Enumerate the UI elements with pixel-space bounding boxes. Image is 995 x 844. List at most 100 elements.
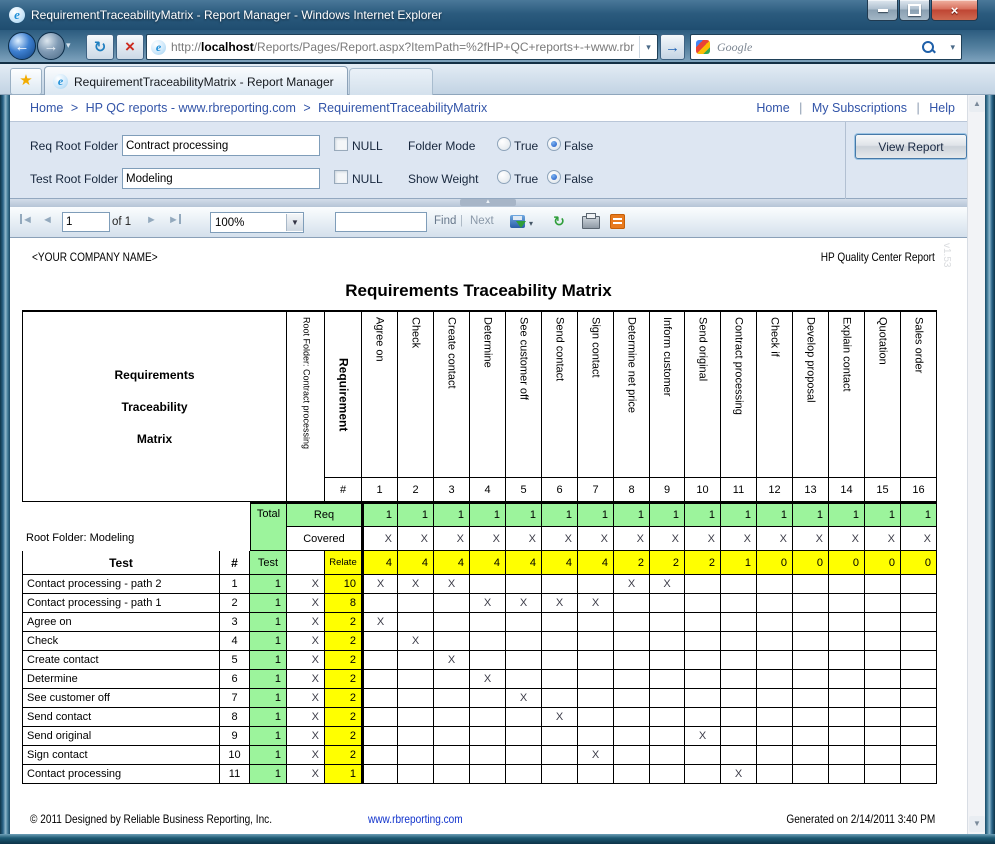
covered-label-cell: Covered bbox=[287, 527, 362, 551]
matrix-mark-cell bbox=[506, 727, 542, 746]
matrix-mark-cell bbox=[901, 613, 937, 632]
url-text[interactable]: http://localhost/Reports/Pages/Report.as… bbox=[171, 40, 639, 54]
relate-total-cell: 4 bbox=[434, 551, 470, 575]
relate-label-cell: Relate bbox=[325, 551, 362, 575]
link-help[interactable]: Help bbox=[929, 101, 955, 115]
link-my-subscriptions[interactable]: My Subscriptions bbox=[812, 101, 907, 115]
scroll-up-icon[interactable]: ▲ bbox=[969, 96, 985, 112]
test-covered-cell: X bbox=[287, 765, 325, 784]
matrix-mark-cell bbox=[362, 632, 398, 651]
matrix-mark-cell bbox=[398, 594, 434, 613]
matrix-mark-cell bbox=[506, 746, 542, 765]
folder-mode-false-radio[interactable] bbox=[547, 137, 561, 151]
previous-page-button[interactable]: ◄ bbox=[42, 214, 53, 226]
version-watermark: v1.53 bbox=[941, 243, 952, 267]
req-root-folder-input[interactable] bbox=[122, 135, 320, 156]
url-protocol: http:// bbox=[171, 40, 201, 54]
url-dropdown-icon[interactable]: ▾ bbox=[639, 36, 657, 58]
go-button[interactable]: → bbox=[660, 34, 685, 60]
search-dropdown-icon[interactable]: ▾ bbox=[950, 42, 955, 53]
link-home[interactable]: Home bbox=[756, 101, 789, 115]
req-column-header: Create contact bbox=[434, 310, 470, 478]
favorites-star-icon[interactable]: ★ bbox=[10, 68, 42, 95]
test-root-folder-input[interactable] bbox=[122, 168, 320, 189]
matrix-mark-cell bbox=[542, 727, 578, 746]
breadcrumb-report[interactable]: RequirementTraceabilityMatrix bbox=[318, 101, 487, 115]
close-button[interactable]: × bbox=[931, 0, 978, 21]
matrix-mark-cell: X bbox=[362, 613, 398, 632]
null-label-2: NULL bbox=[352, 172, 383, 186]
history-dropdown-icon[interactable]: ▾ bbox=[66, 40, 71, 51]
folder-mode-true-radio[interactable] bbox=[497, 137, 511, 151]
next-page-button[interactable]: ► bbox=[146, 214, 157, 226]
refresh-report-icon[interactable]: ↻ bbox=[550, 212, 568, 230]
matrix-mark-cell bbox=[793, 746, 829, 765]
show-weight-false-radio[interactable] bbox=[547, 170, 561, 184]
search-placeholder[interactable]: Google bbox=[717, 40, 922, 55]
ie-logo-icon: e bbox=[9, 7, 25, 23]
test-table-header: Test bbox=[22, 551, 220, 575]
new-tab-stub[interactable] bbox=[349, 68, 433, 96]
relate-total-cell: 4 bbox=[470, 551, 506, 575]
matrix-mark-cell bbox=[757, 632, 793, 651]
req-column-header-text: Check if bbox=[768, 317, 780, 357]
matrix-mark-cell bbox=[398, 613, 434, 632]
url-field[interactable]: e http://localhost/Reports/Pages/Report.… bbox=[146, 34, 658, 60]
req-root-folder-label: Req Root Folder bbox=[30, 139, 118, 153]
export-dropdown-icon[interactable]: ▾ bbox=[529, 219, 533, 228]
zoom-select[interactable]: 100% ▼ bbox=[210, 212, 304, 233]
vertical-scrollbar[interactable]: ▲ ▼ bbox=[967, 95, 985, 834]
forward-button[interactable]: → bbox=[37, 32, 65, 60]
footer-generated: Generated on 2/14/2011 3:40 PM bbox=[758, 812, 935, 826]
stop-button[interactable]: × bbox=[116, 34, 144, 60]
show-weight-label: Show Weight bbox=[408, 172, 478, 186]
next-button[interactable]: Next bbox=[470, 215, 494, 227]
footer-link[interactable]: www.rbreporting.com bbox=[368, 812, 481, 826]
search-box[interactable]: Google ▾ bbox=[690, 34, 962, 60]
view-report-button[interactable]: View Report bbox=[855, 134, 967, 159]
google-logo-icon bbox=[696, 40, 710, 54]
matrix-mark-cell bbox=[470, 632, 506, 651]
print-icon[interactable] bbox=[582, 216, 600, 229]
matrix-mark-cell bbox=[470, 575, 506, 594]
breadcrumb-folder[interactable]: HP QC reports - www.rbreporting.com bbox=[86, 101, 296, 115]
test-covered-cell: X bbox=[287, 613, 325, 632]
minimize-button[interactable] bbox=[867, 0, 898, 21]
find-input[interactable] bbox=[335, 212, 427, 232]
zoom-dropdown-icon[interactable]: ▼ bbox=[286, 214, 303, 231]
req-column-header: Determine bbox=[470, 310, 506, 478]
refresh-button[interactable]: ↻ bbox=[86, 34, 114, 60]
breadcrumb-home[interactable]: Home bbox=[30, 101, 63, 115]
report-title: Requirements Traceability Matrix bbox=[10, 281, 947, 301]
splitter-handle-icon[interactable]: ▲ bbox=[460, 199, 516, 206]
last-page-button[interactable]: ► bbox=[168, 214, 181, 226]
matrix-mark-cell bbox=[685, 670, 721, 689]
back-button[interactable]: ← bbox=[8, 32, 36, 60]
scroll-down-icon[interactable]: ▼ bbox=[969, 816, 985, 832]
export-icon[interactable] bbox=[510, 215, 525, 228]
first-page-button[interactable]: ◄ bbox=[20, 214, 33, 226]
search-icon[interactable] bbox=[922, 41, 934, 53]
matrix-mark-cell bbox=[757, 746, 793, 765]
test-total-cell: 1 bbox=[250, 765, 287, 784]
null-checkbox-1[interactable] bbox=[334, 137, 348, 151]
matrix-mark-cell bbox=[650, 708, 685, 727]
test-row-number: 3 bbox=[220, 613, 250, 632]
splitter-bar[interactable]: ▲ bbox=[10, 199, 967, 207]
matrix-mark-cell bbox=[757, 613, 793, 632]
page-number-input[interactable] bbox=[62, 212, 110, 232]
matrix-mark-cell bbox=[685, 632, 721, 651]
window-frame-right bbox=[985, 95, 995, 844]
active-tab[interactable]: e RequirementTraceabilityMatrix - Report… bbox=[44, 66, 348, 96]
show-weight-true-radio[interactable] bbox=[497, 170, 511, 184]
matrix-mark-cell bbox=[650, 613, 685, 632]
matrix-mark-cell bbox=[650, 632, 685, 651]
matrix-mark-cell bbox=[542, 613, 578, 632]
null-checkbox-2[interactable] bbox=[334, 170, 348, 184]
matrix-mark-cell bbox=[793, 670, 829, 689]
test-total-cell: 1 bbox=[250, 651, 287, 670]
maximize-button[interactable] bbox=[899, 0, 930, 21]
find-button[interactable]: Find bbox=[434, 215, 456, 227]
empty-cell bbox=[287, 551, 325, 575]
data-feed-icon[interactable] bbox=[610, 214, 625, 229]
